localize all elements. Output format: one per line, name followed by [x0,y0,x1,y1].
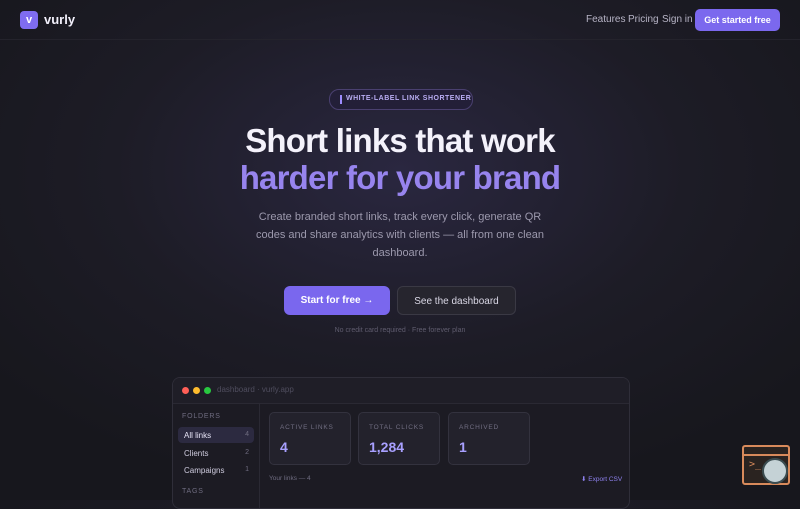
close-dot-icon [182,387,189,394]
dashboard-sidebar: FOLDERS All links 4 Clients 2 Campaigns … [173,404,260,508]
sidebar-item-clients[interactable]: Clients 2 [178,445,254,461]
sidebar-item-label: Clients [184,449,209,458]
window-url: dashboard · vurly.app [217,385,294,394]
hero-title-line-2: harder for your brand [239,159,561,196]
window-titlebar: dashboard · vurly.app [173,378,629,404]
stat-card-active-links: ACTIVE LINKS 4 [269,412,351,465]
hero-badge: WHITE-LABEL LINK SHORTENER [329,89,473,110]
widget-prompt: >_ [749,459,762,470]
tags-heading: TAGS [182,488,204,495]
nav-link-features[interactable]: Features [586,14,625,25]
brand-name[interactable]: vurly [44,12,75,27]
sidebar-item-count: 1 [245,466,249,473]
sidebar-item-count: 4 [245,431,249,438]
stat-card-total-clicks: TOTAL CLICKS 1,284 [358,412,440,465]
see-dashboard-button[interactable]: See the dashboard [397,286,516,315]
get-started-button[interactable]: Get started free [695,9,780,31]
stat-label: ARCHIVED [459,424,499,431]
sidebar-item-campaigns[interactable]: Campaigns 1 [178,462,254,478]
terminal-widget-icon[interactable]: >_ [742,445,790,485]
stat-label: TOTAL CLICKS [369,424,424,431]
stat-card-archived: ARCHIVED 1 [448,412,530,465]
logo-icon[interactable]: v [20,11,38,29]
dashboard-preview-window: dashboard · vurly.app FOLDERS All links … [172,377,630,509]
links-summary: Your links — 4 [269,475,311,482]
maximize-dot-icon [204,387,211,394]
minimize-dot-icon [193,387,200,394]
stat-value: 1,284 [369,439,405,455]
nav-link-sign-in[interactable]: Sign in [662,14,693,25]
stat-value: 4 [280,439,288,455]
hero-subtitle: Create branded short links, track every … [256,211,544,259]
sidebar-item-all-links[interactable]: All links 4 [178,427,254,443]
badge-label: WHITE-LABEL LINK SHORTENER [346,95,472,102]
start-free-button[interactable]: Start for free → [284,286,390,315]
export-csv-link[interactable]: ⬇ Export CSV [581,475,622,483]
top-nav: v vurly Features Pricing Sign in Get sta… [0,0,800,40]
hero-title-line-1: Short links that work [245,122,555,159]
sidebar-item-count: 2 [245,449,249,456]
stat-value: 1 [459,439,467,455]
hero-note: No credit card required · Free forever p… [334,327,466,334]
stat-label: ACTIVE LINKS [280,424,334,431]
folders-heading: FOLDERS [182,413,221,420]
widget-circle-icon [762,458,788,484]
sidebar-item-label: Campaigns [184,466,225,475]
badge-marker-icon [340,95,342,104]
nav-link-pricing[interactable]: Pricing [628,14,659,25]
sidebar-item-label: All links [184,431,212,440]
widget-bar [744,454,788,456]
